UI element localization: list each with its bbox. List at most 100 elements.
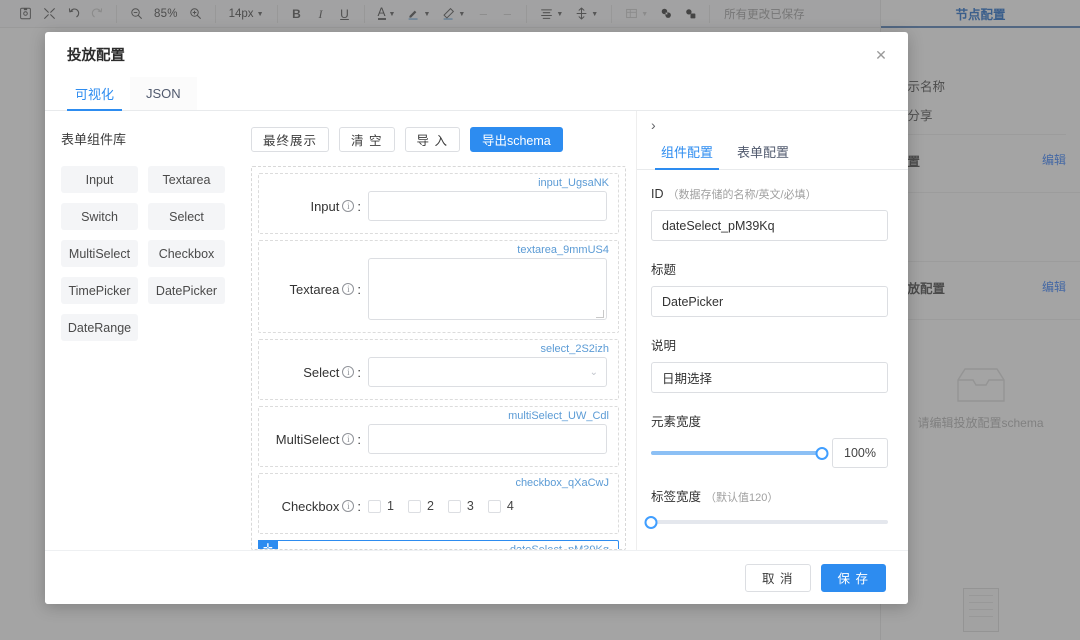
checkbox-option[interactable]: 1	[368, 499, 394, 513]
select-field[interactable]: ⌄	[368, 357, 607, 387]
field-card-textarea[interactable]: textarea_9mmUS4 Textarea i:	[258, 240, 619, 333]
collapse-panel-icon[interactable]: ›	[637, 111, 908, 135]
info-icon[interactable]: i	[342, 433, 355, 445]
checkbox-box-icon[interactable]	[407, 499, 421, 513]
textarea-field[interactable]	[368, 258, 607, 320]
checkbox-option-label: 1	[387, 499, 394, 513]
config-form[interactable]: ID （数据存储的名称/英文/必填） dateSelect_pM39Kq 标题 …	[637, 170, 908, 550]
element-width-value[interactable]: 100%	[832, 438, 888, 468]
field-card-datepicker[interactable]: ✛ dateSelect_pM39Kq DatePicker i: Select…	[258, 540, 619, 549]
modal-header: 投放配置 ✕	[45, 32, 908, 77]
form-canvas-area: 最终展示 清 空 导 入 导出schema input_UgsaNK Input…	[241, 111, 636, 550]
config-group-title: 标题 DatePicker	[651, 259, 888, 317]
drag-handle-icon[interactable]: ✛	[258, 540, 278, 549]
field-card-select[interactable]: select_2S2izh Select i: ⌄	[258, 339, 619, 400]
config-desc-label: 说明	[651, 339, 677, 353]
form-canvas[interactable]: input_UgsaNK Input i: textarea_9mmUS4 Te…	[251, 166, 626, 550]
library-item-select[interactable]: Select	[148, 203, 225, 230]
config-group-label-width: 标签宽度 （默认值120）	[644, 486, 888, 531]
library-item-datepicker[interactable]: DatePicker	[148, 277, 225, 304]
field-id-checkbox: checkbox_qXaCwJ	[515, 477, 609, 489]
field-card-input[interactable]: input_UgsaNK Input i:	[258, 173, 619, 234]
resize-grip-icon[interactable]	[596, 310, 604, 318]
component-library-title: 表单组件库	[61, 132, 127, 147]
tab-component-config[interactable]: 组件配置	[649, 135, 725, 170]
chevron-down-icon: ⌄	[589, 366, 598, 378]
config-id-label: ID （数据存储的名称/英文/必填）	[651, 186, 888, 202]
checkbox-option[interactable]: 3	[447, 499, 474, 513]
checkbox-option[interactable]: 2	[407, 499, 434, 513]
field-id-select: select_2S2izh	[540, 343, 610, 355]
info-icon[interactable]: i	[342, 500, 355, 512]
field-id-input: input_UgsaNK	[538, 177, 609, 189]
field-label-text: Input	[310, 198, 340, 214]
import-button[interactable]: 导 入	[404, 127, 460, 152]
checkbox-box-icon[interactable]	[487, 499, 501, 513]
slider-knob[interactable]	[815, 446, 829, 460]
component-library-grid: Input Textarea Switch Select MultiSelect…	[61, 166, 225, 341]
config-desc-input[interactable]: 日期选择	[651, 362, 888, 393]
slider-knob[interactable]	[644, 515, 658, 529]
close-icon[interactable]: ✕	[872, 46, 890, 64]
export-schema-button[interactable]: 导出schema	[469, 127, 563, 152]
multiselect-field[interactable]	[368, 424, 607, 454]
checkbox-option-label: 4	[506, 499, 514, 513]
field-label-textarea: Textarea i:	[289, 281, 362, 297]
clear-button[interactable]: 清 空	[339, 127, 395, 152]
library-item-textarea[interactable]: Textarea	[148, 166, 225, 193]
slider-rail	[651, 520, 888, 524]
config-group-desc: 说明 日期选择	[651, 335, 888, 393]
field-card-checkbox[interactable]: checkbox_qXaCwJ Checkbox i: 1 2 3 4	[258, 473, 619, 534]
checkbox-option[interactable]: 4	[487, 499, 514, 513]
config-id-label-text: ID	[651, 187, 664, 201]
info-icon[interactable]: i	[342, 283, 355, 295]
component-config-panel: › 组件配置 表单配置 ID （数据存储的名称/英文/必填） dateSelec…	[636, 111, 908, 550]
config-label-width-label: 标签宽度 （默认值120）	[651, 486, 888, 505]
canvas-toolbar: 最终展示 清 空 导 入 导出schema	[251, 127, 626, 152]
field-card-multiselect[interactable]: multiSelect_UW_Cdl MultiSelect i:	[258, 406, 619, 467]
delivery-config-modal: 投放配置 ✕ 可视化 JSON 表单组件库 Input Textarea Swi…	[45, 32, 908, 604]
field-label-select: Select i:	[303, 364, 361, 380]
modal-footer: 取 消 保 存	[45, 550, 908, 604]
library-item-timepicker[interactable]: TimePicker	[61, 277, 138, 304]
checkbox-option-label: 2	[426, 499, 434, 513]
field-label-checkbox: Checkbox i:	[281, 498, 361, 514]
modal-body: 表单组件库 Input Textarea Switch Select Multi…	[45, 111, 908, 550]
config-label-width-hint: （默认值120）	[705, 492, 779, 504]
checkbox-option-label: 3	[466, 499, 474, 513]
config-title-input[interactable]: DatePicker	[651, 286, 888, 317]
final-preview-button[interactable]: 最终展示	[251, 127, 330, 152]
tab-form-config[interactable]: 表单配置	[725, 135, 801, 169]
config-id-input[interactable]: dateSelect_pM39Kq	[651, 210, 888, 241]
config-element-width-label: 元素宽度	[651, 415, 702, 429]
field-label-multiselect: MultiSelect i:	[275, 431, 361, 447]
library-item-daterange[interactable]: DateRange	[61, 314, 138, 341]
field-id-multiselect: multiSelect_UW_Cdl	[508, 410, 609, 422]
field-label-input: Input i:	[310, 198, 361, 214]
label-width-slider[interactable]	[644, 513, 888, 531]
element-width-slider[interactable]	[651, 444, 829, 462]
config-group-element-width: 元素宽度 100%	[651, 411, 888, 468]
field-id-textarea: textarea_9mmUS4	[517, 244, 609, 256]
tab-json[interactable]: JSON	[130, 77, 197, 110]
config-tabs: 组件配置 表单配置	[637, 135, 908, 170]
cancel-button[interactable]: 取 消	[745, 563, 811, 592]
config-label-width-text: 标签宽度	[651, 490, 702, 504]
library-item-switch[interactable]: Switch	[61, 203, 138, 230]
checkbox-group: 1 2 3 4	[368, 491, 607, 521]
component-library: 表单组件库 Input Textarea Switch Select Multi…	[45, 111, 241, 550]
checkbox-box-icon[interactable]	[368, 499, 381, 513]
tab-visual[interactable]: 可视化	[59, 77, 130, 111]
library-item-multiselect[interactable]: MultiSelect	[61, 240, 138, 267]
info-icon[interactable]: i	[342, 200, 355, 212]
modal-title: 投放配置	[67, 48, 125, 64]
config-group-id: ID （数据存储的名称/英文/必填） dateSelect_pM39Kq	[651, 186, 888, 241]
field-label-text: Select	[303, 364, 340, 380]
library-item-input[interactable]: Input	[61, 166, 138, 193]
info-icon[interactable]: i	[342, 366, 355, 378]
modal-tabs: 可视化 JSON	[45, 77, 908, 111]
save-button[interactable]: 保 存	[820, 563, 886, 592]
input-field[interactable]	[368, 191, 607, 221]
library-item-checkbox[interactable]: Checkbox	[148, 240, 225, 267]
checkbox-box-icon[interactable]	[447, 499, 461, 513]
